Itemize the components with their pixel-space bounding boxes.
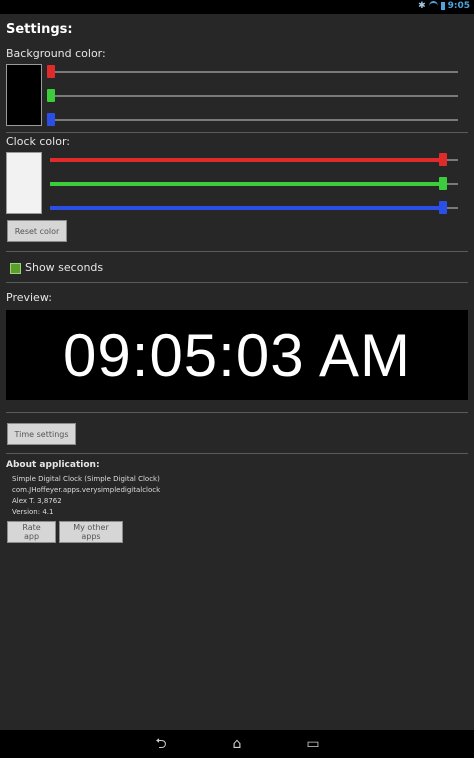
about-version: Version: 4.1 (12, 508, 54, 516)
show-seconds-label[interactable]: Show seconds (25, 261, 103, 274)
clock-red-thumb[interactable] (439, 153, 447, 166)
divider (6, 412, 468, 413)
clock-green-thumb[interactable] (439, 177, 447, 190)
navigation-bar: ⮌ ⌂ ▭ (0, 730, 474, 758)
clock-preview-text: 09:05:03 AM (63, 321, 411, 389)
background-blue-thumb[interactable] (47, 113, 55, 126)
background-color-swatch (6, 64, 42, 126)
background-blue-track[interactable] (50, 119, 458, 121)
clock-blue-track[interactable] (50, 206, 444, 210)
home-icon[interactable]: ⌂ (225, 736, 249, 752)
bluetooth-icon: ✱ (418, 1, 426, 11)
background-red-thumb[interactable] (47, 65, 55, 78)
wifi-icon (428, 1, 438, 11)
background-green-track[interactable] (50, 95, 458, 97)
clock-color-swatch (6, 152, 42, 214)
background-green-thumb[interactable] (47, 89, 55, 102)
about-package: com.JHoffeyer.apps.verysimpledigitalcloc… (12, 486, 161, 494)
divider (6, 132, 468, 133)
background-red-track[interactable] (50, 71, 458, 73)
divider (6, 453, 468, 454)
about-author: Alex T. 3,8762 (12, 497, 62, 505)
status-time: 9:05 (447, 1, 470, 11)
about-app-name: Simple Digital Clock (Simple Digital Clo… (12, 475, 160, 483)
clock-preview: 09:05:03 AM (6, 310, 468, 400)
status-bar: ✱ 9:05 (0, 0, 474, 14)
clock-color-label: Clock color: (6, 135, 70, 148)
reset-color-button[interactable]: Reset color (7, 220, 67, 242)
battery-icon (440, 2, 445, 10)
clock-blue-thumb[interactable] (439, 201, 447, 214)
divider (6, 282, 468, 283)
background-color-label: Background color: (6, 47, 106, 60)
about-title: About application: (6, 460, 100, 470)
back-icon[interactable]: ⮌ (149, 736, 173, 752)
clock-green-track[interactable] (50, 182, 444, 186)
preview-label: Preview: (6, 291, 52, 304)
rate-app-button[interactable]: Rate app (7, 521, 56, 543)
settings-title: Settings: (6, 22, 73, 37)
recent-apps-icon[interactable]: ▭ (301, 736, 325, 752)
divider (6, 251, 468, 252)
time-settings-button[interactable]: Time settings (7, 423, 76, 445)
my-other-apps-button[interactable]: My other apps (59, 521, 123, 543)
clock-red-track[interactable] (50, 158, 444, 162)
show-seconds-checkbox[interactable] (10, 263, 21, 274)
